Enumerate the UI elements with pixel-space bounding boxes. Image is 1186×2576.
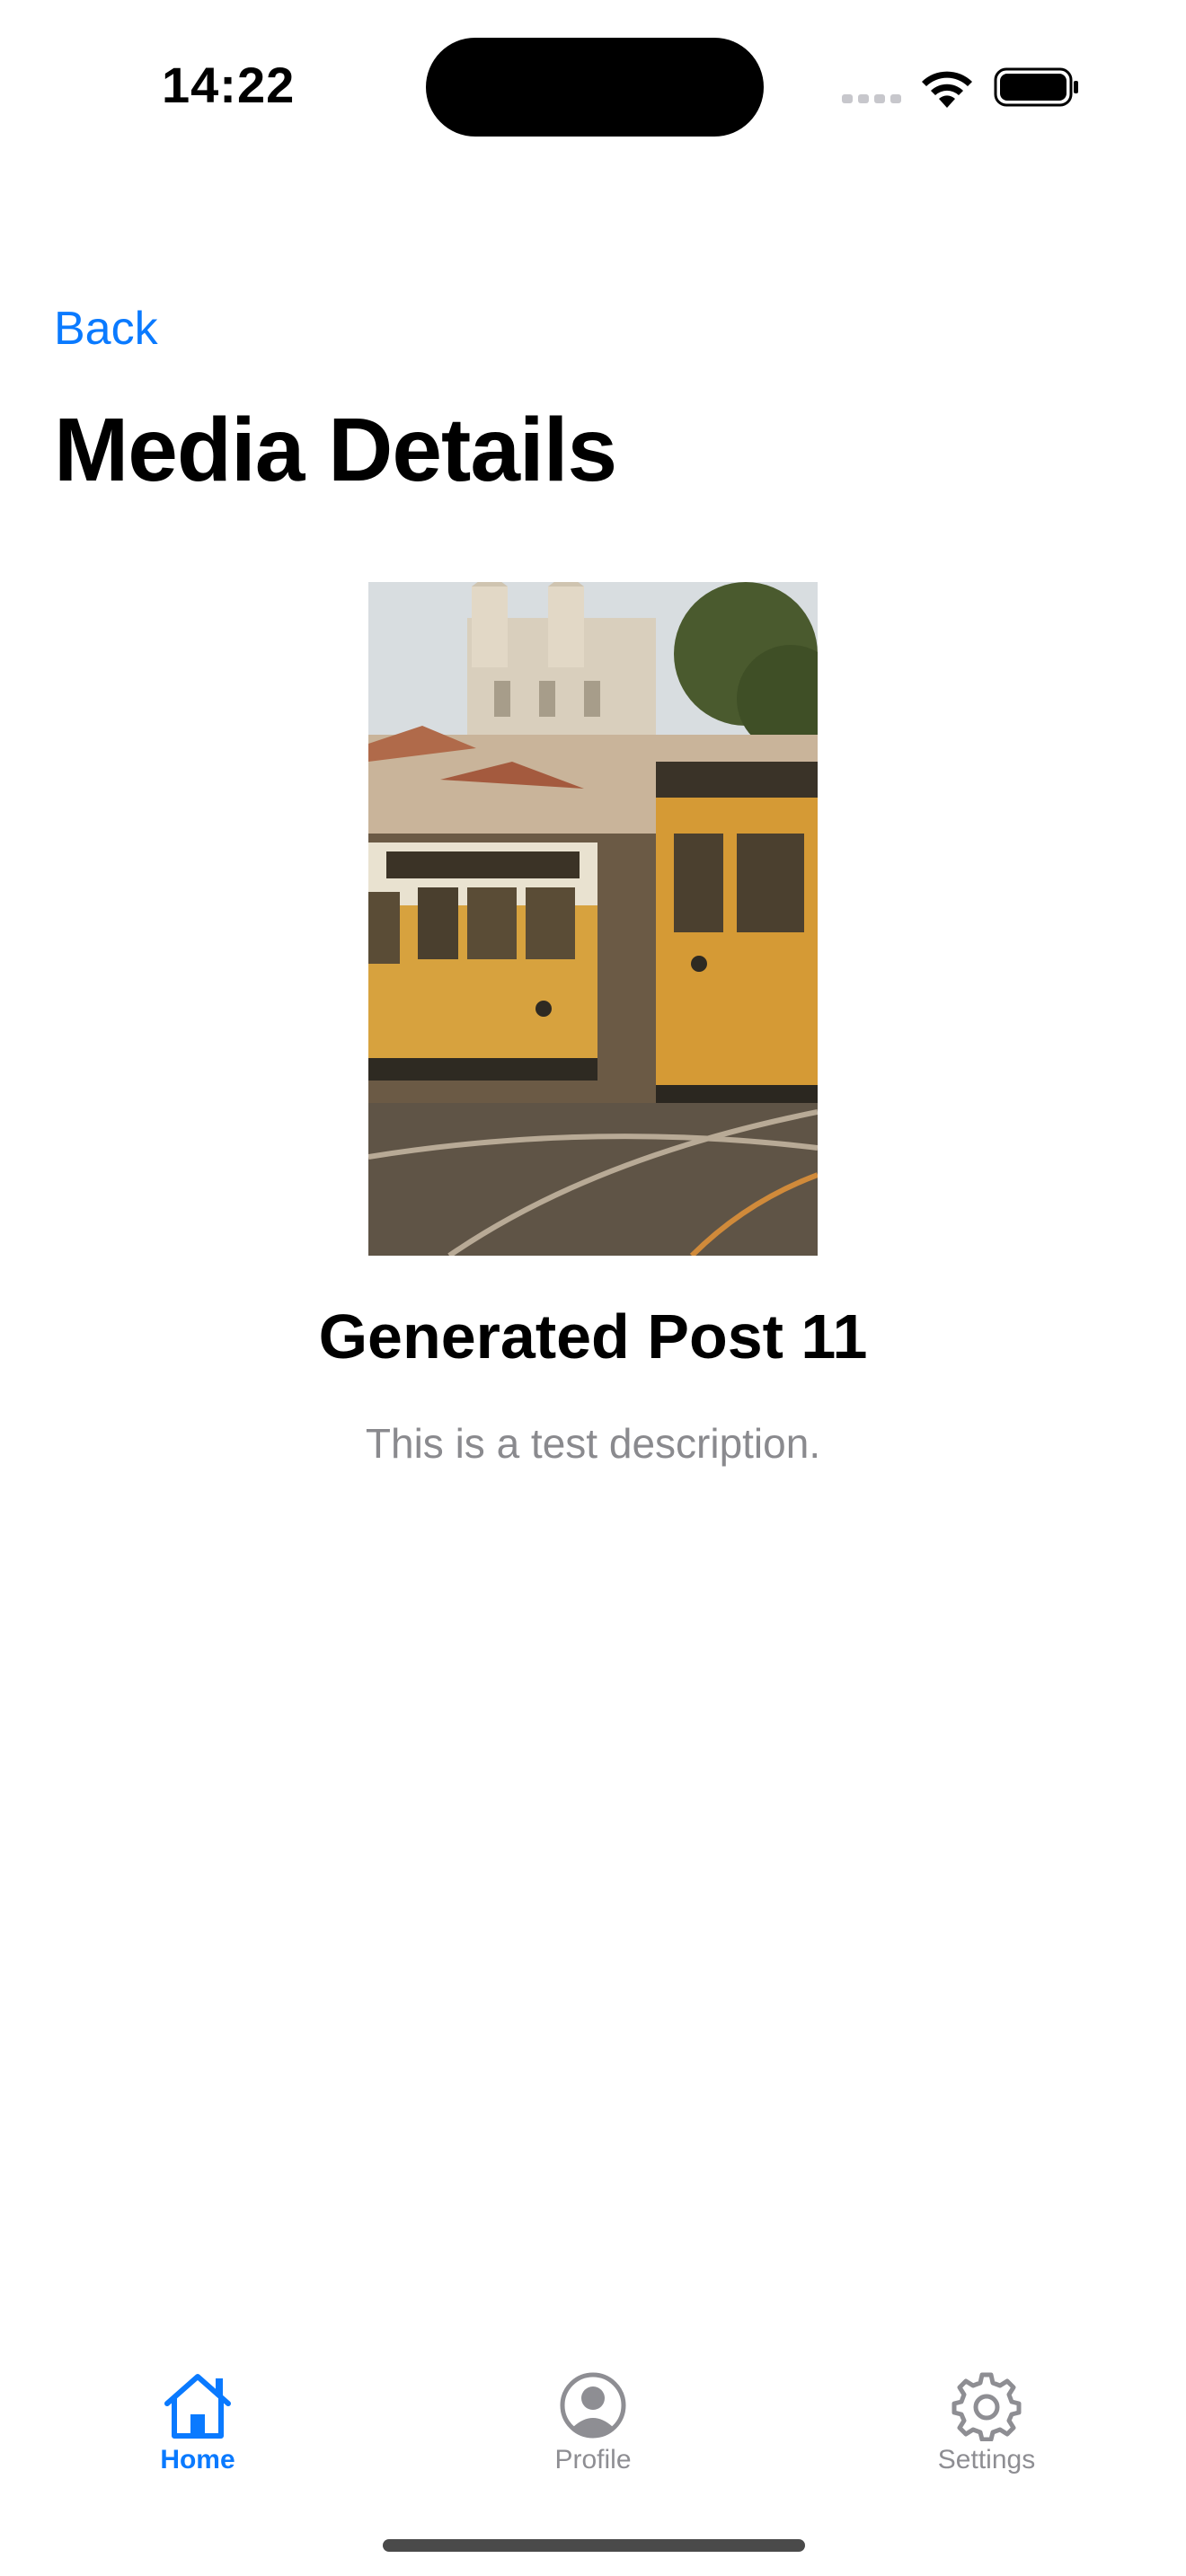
house-icon: [164, 2374, 231, 2439]
tab-home-label: Home: [160, 2445, 235, 2475]
gear-icon: [951, 2372, 1022, 2441]
tab-bar: Home Profile Settings: [0, 2353, 1186, 2497]
post-title: Generated Post 11: [318, 1301, 868, 1372]
page-title: Media Details: [54, 400, 617, 500]
status-time: 14:22: [162, 57, 296, 113]
tab-profile[interactable]: Profile: [503, 2353, 683, 2488]
cellular-signal-icon: [842, 94, 901, 103]
wifi-icon: [922, 71, 972, 108]
tab-home[interactable]: Home: [108, 2353, 288, 2488]
battery-icon: [994, 67, 1078, 107]
tab-profile-label: Profile: [554, 2445, 632, 2475]
dynamic-island: [426, 38, 764, 137]
tab-settings-label: Settings: [937, 2445, 1036, 2475]
tram-photo: [368, 582, 818, 1256]
media-image: [368, 582, 818, 1256]
person-circle-icon: [560, 2372, 626, 2439]
home-indicator[interactable]: [383, 2539, 805, 2552]
tab-settings[interactable]: Settings: [897, 2353, 1076, 2488]
post-description: This is a test description.: [365, 1420, 821, 1467]
back-button[interactable]: Back: [54, 302, 158, 356]
